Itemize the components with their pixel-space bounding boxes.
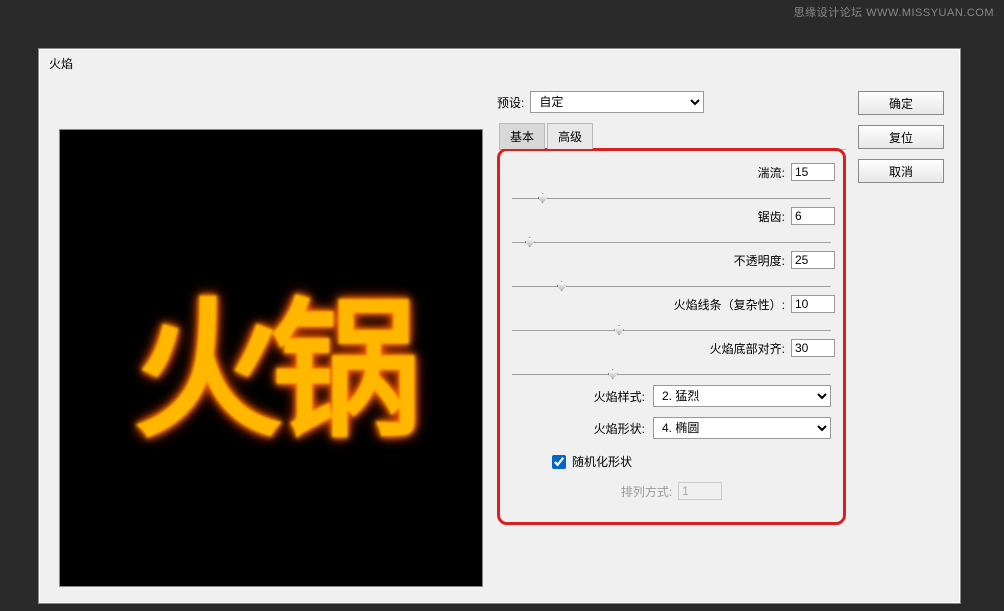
randomize-label: 随机化形状 — [572, 453, 632, 470]
watermark-text: 思缘设计论坛 WWW.MISSYUAN.COM — [794, 4, 994, 20]
slider-opacity: 不透明度: — [508, 251, 835, 287]
slider-turbulence: 湍流: — [508, 163, 835, 199]
style-label: 火焰样式: — [594, 388, 645, 405]
slider-jag: 锯齿: — [508, 207, 835, 243]
tabs: 基本 高级 — [499, 123, 846, 150]
jag-slider[interactable] — [512, 229, 831, 243]
dialog-titlebar: 火焰 — [39, 49, 960, 77]
preset-label: 预设: — [497, 94, 524, 111]
jag-input[interactable] — [791, 207, 835, 225]
complexity-slider[interactable] — [512, 317, 831, 331]
opacity-label: 不透明度: — [734, 252, 785, 269]
preset-select[interactable]: 自定 — [530, 91, 704, 113]
preview-fire-text: 火锅 — [133, 250, 409, 467]
dialog-body: 火锅 预设: 自定 基本 高级 湍流: — [39, 77, 960, 603]
reset-button[interactable]: 复位 — [858, 125, 944, 149]
jag-label: 锯齿: — [758, 208, 785, 225]
tab-basic[interactable]: 基本 — [499, 123, 545, 149]
right-column: 预设: 自定 基本 高级 湍流: — [497, 87, 944, 593]
shape-select[interactable]: 4. 椭圆 — [653, 417, 831, 439]
advanced-panel: 湍流: 锯齿: 不透明度: — [497, 148, 846, 525]
shape-label: 火焰形状: — [594, 420, 645, 437]
button-column: 确定 复位 取消 — [858, 91, 944, 593]
opacity-input[interactable] — [791, 251, 835, 269]
slider-alignment: 火焰底部对齐: — [508, 339, 835, 375]
turbulence-slider[interactable] — [512, 185, 831, 199]
controls-area: 预设: 自定 基本 高级 湍流: — [497, 87, 846, 593]
alignment-slider[interactable] — [512, 361, 831, 375]
dialog-title: 火焰 — [49, 57, 73, 71]
randomize-checkbox[interactable] — [552, 455, 566, 469]
slider-complexity: 火焰线条（复杂性）: — [508, 295, 835, 331]
arrangement-label: 排列方式: — [621, 483, 672, 500]
style-row: 火焰样式: 2. 猛烈 — [512, 385, 831, 407]
complexity-input[interactable] — [791, 295, 835, 313]
alignment-label: 火焰底部对齐: — [710, 340, 785, 357]
turbulence-label: 湍流: — [758, 164, 785, 181]
style-select[interactable]: 2. 猛烈 — [653, 385, 831, 407]
opacity-slider[interactable] — [512, 273, 831, 287]
flame-dialog: 火焰 火锅 预设: 自定 基本 高级 — [38, 48, 961, 604]
arrangement-input — [678, 482, 722, 500]
tab-advanced[interactable]: 高级 — [547, 123, 593, 149]
randomize-row: 随机化形状 — [552, 453, 835, 470]
preview-area: 火锅 — [59, 129, 483, 587]
preset-row: 预设: 自定 — [497, 91, 846, 113]
arrangement-row: 排列方式: — [508, 482, 835, 500]
turbulence-input[interactable] — [791, 163, 835, 181]
shape-row: 火焰形状: 4. 椭圆 — [512, 417, 831, 439]
alignment-input[interactable] — [791, 339, 835, 357]
cancel-button[interactable]: 取消 — [858, 159, 944, 183]
ok-button[interactable]: 确定 — [858, 91, 944, 115]
complexity-label: 火焰线条（复杂性）: — [674, 296, 785, 313]
